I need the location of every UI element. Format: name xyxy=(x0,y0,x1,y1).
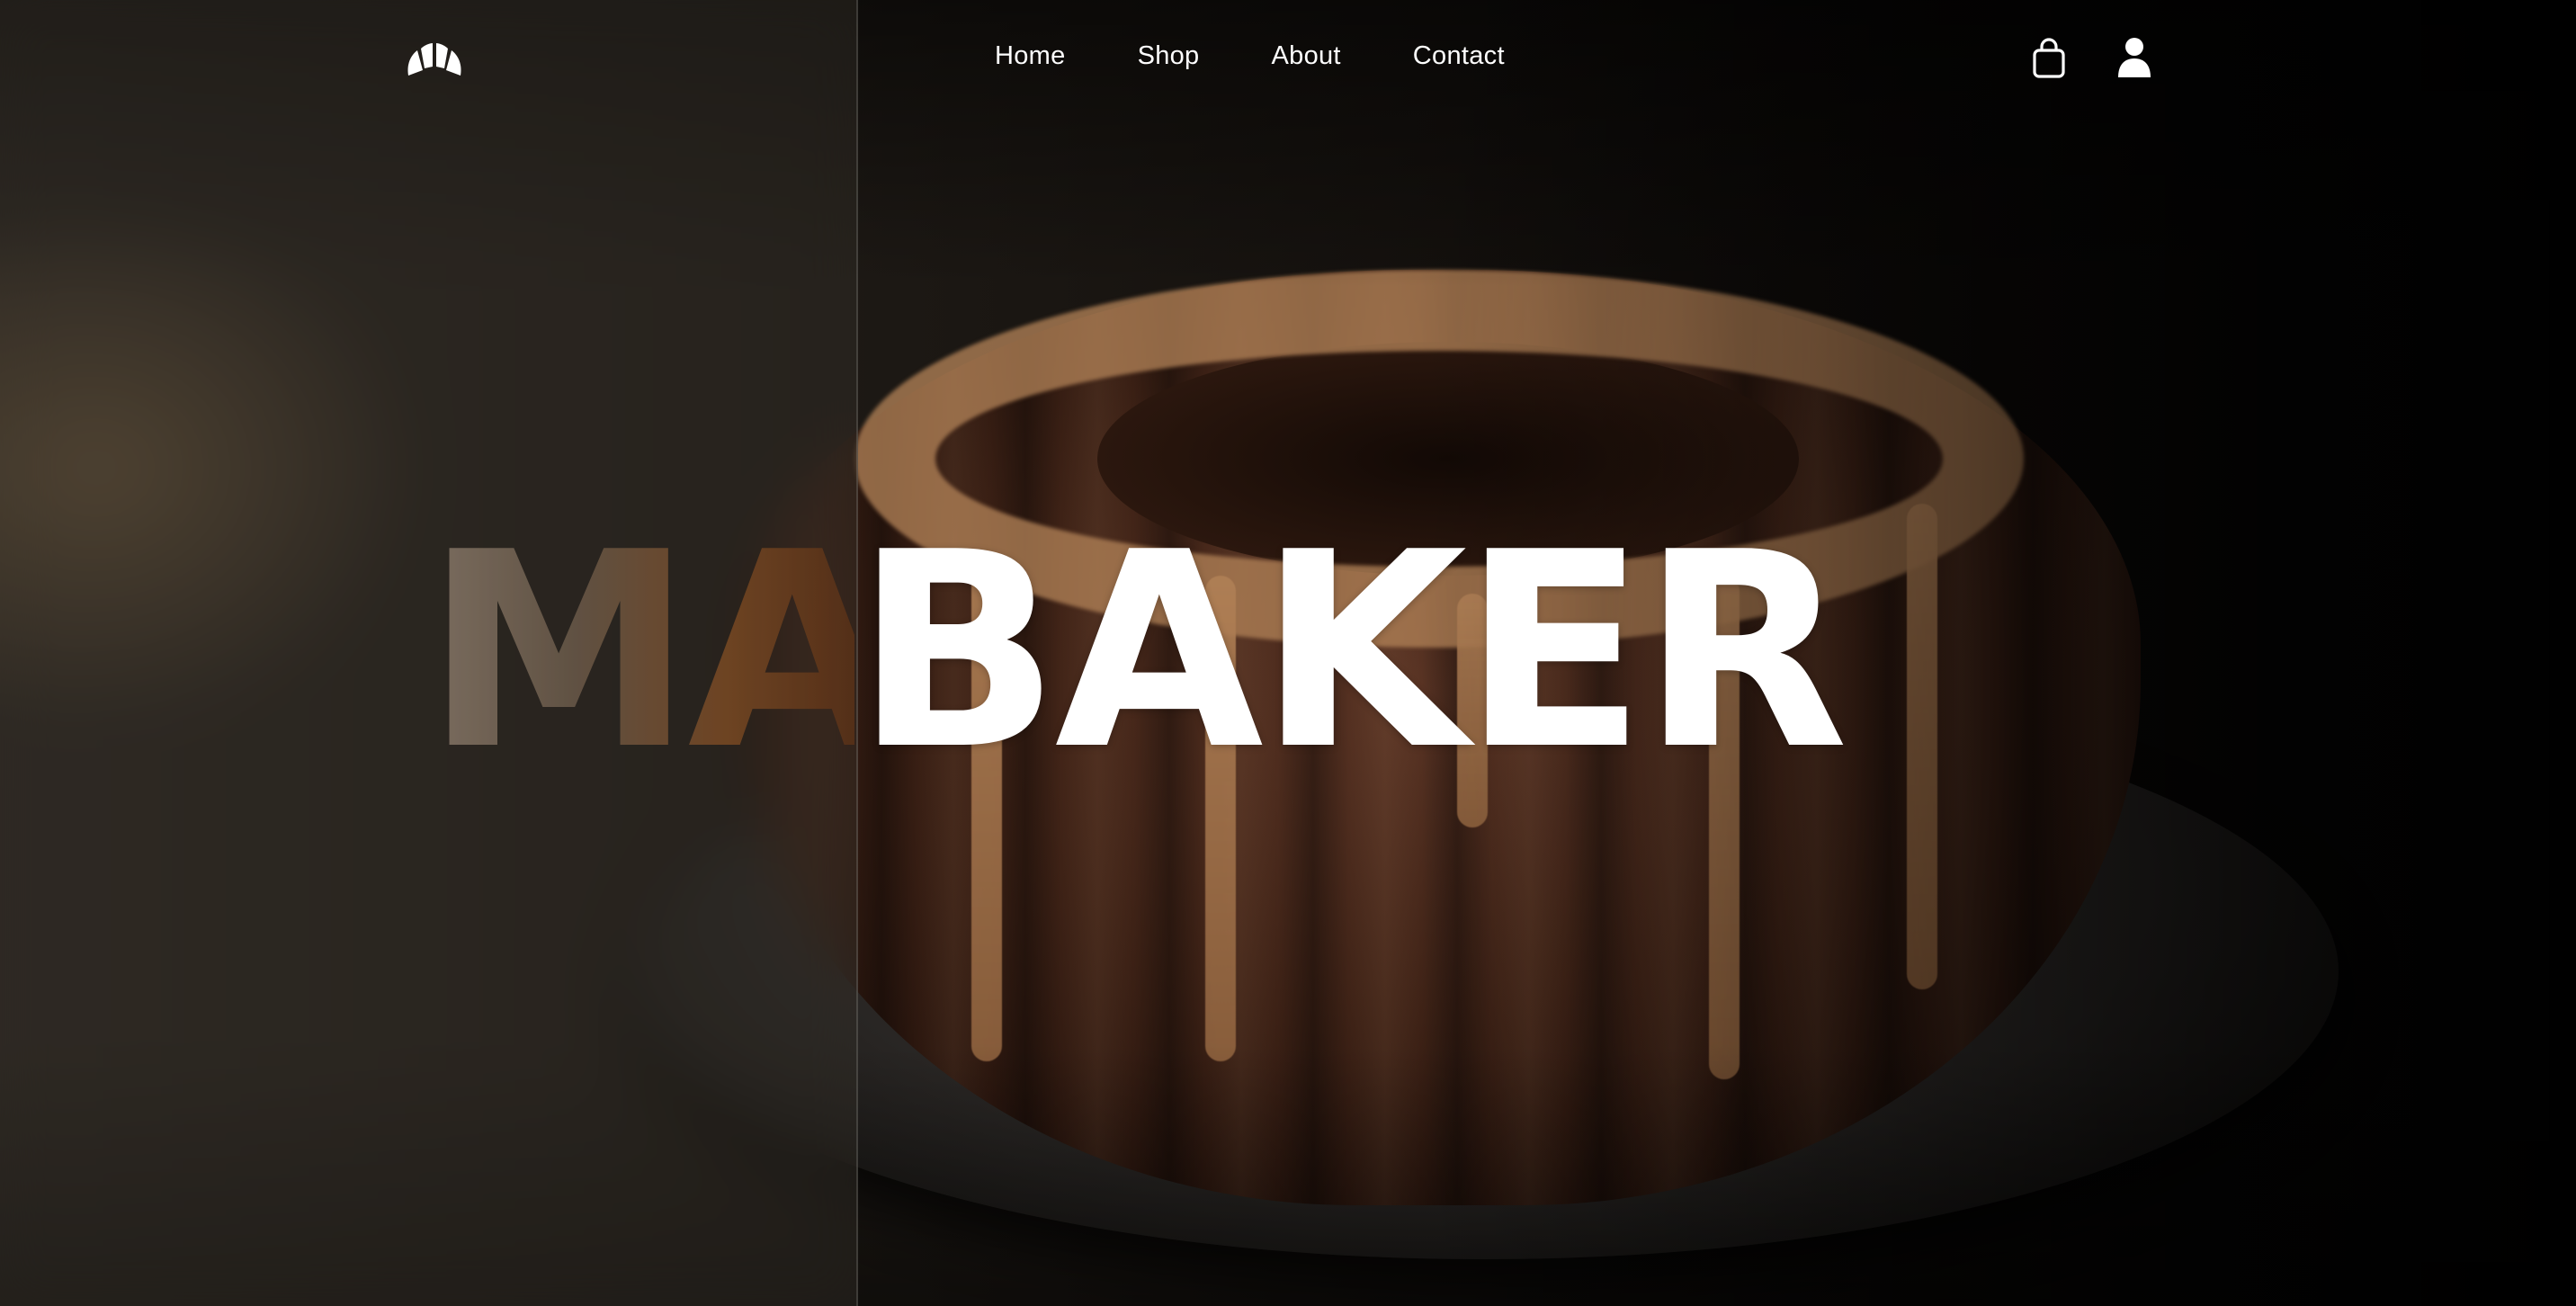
nav-link-home[interactable]: Home xyxy=(995,41,1066,71)
hero-title-solid: BAKER xyxy=(854,495,1848,809)
hero-section: Home Shop About Contact MABAKER xyxy=(0,0,2576,1306)
croissant-icon[interactable] xyxy=(405,38,464,79)
top-nav: Home Shop About Contact xyxy=(0,0,2576,119)
nav-links: Home Shop About Contact xyxy=(995,41,1505,71)
user-icon[interactable] xyxy=(2115,36,2153,79)
hero-title-faded: MA xyxy=(425,531,854,774)
nav-link-contact[interactable]: Contact xyxy=(1413,41,1505,71)
nav-link-about[interactable]: About xyxy=(1272,41,1341,71)
shopping-bag-icon[interactable] xyxy=(2031,38,2067,79)
hero-title: MABAKER xyxy=(425,495,1848,809)
nav-link-shop[interactable]: Shop xyxy=(1138,41,1200,71)
